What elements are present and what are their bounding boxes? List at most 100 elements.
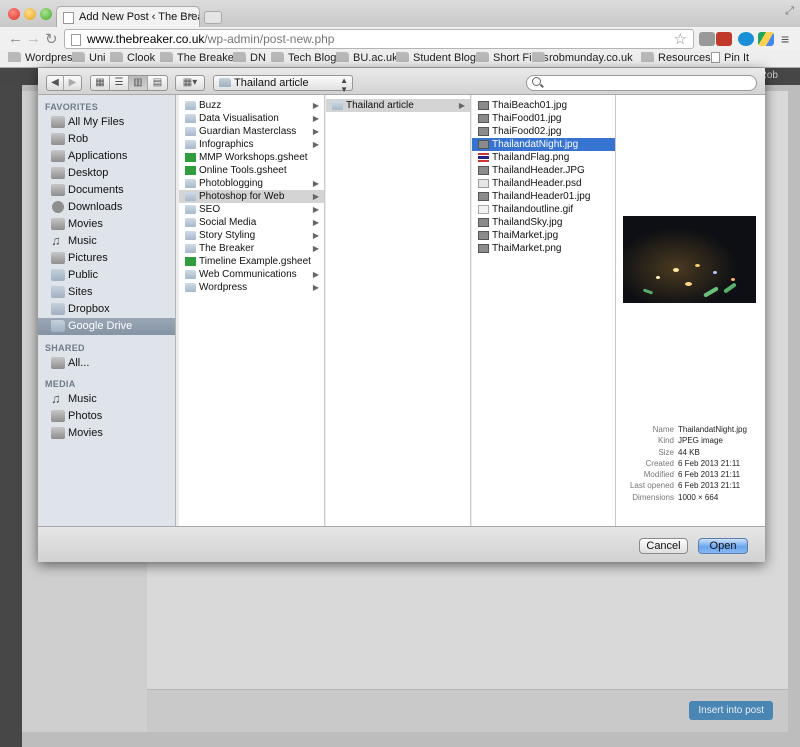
list-item[interactable]: Buzz ▶ bbox=[179, 99, 324, 112]
bookmark-item[interactable]: The Breaker bbox=[160, 52, 238, 64]
forward-arrow-icon[interactable]: → bbox=[26, 30, 41, 47]
search-field[interactable] bbox=[526, 75, 757, 91]
sidebar-item-google-drive[interactable]: Google Drive bbox=[38, 318, 175, 335]
list-item[interactable]: Thailandoutline.gif bbox=[472, 203, 615, 216]
list-item[interactable]: Infographics ▶ bbox=[179, 138, 324, 151]
insert-into-post-button[interactable]: Insert into post bbox=[689, 701, 773, 720]
image-file-icon bbox=[478, 127, 489, 136]
bookmark-item[interactable]: BU.ac.uk bbox=[336, 52, 398, 64]
list-item[interactable]: ThaiFood02.jpg bbox=[472, 125, 615, 138]
list-item-selected[interactable]: ThailandatNight.jpg bbox=[472, 138, 615, 151]
bookmark-item[interactable]: Clook bbox=[110, 52, 155, 64]
list-item[interactable]: ThailandHeader.psd bbox=[472, 177, 615, 190]
path-popup[interactable]: Thailand article ▲ ▼ bbox=[213, 75, 353, 94]
new-tab-button[interactable] bbox=[204, 11, 222, 24]
sidebar-item-pictures[interactable]: Pictures bbox=[38, 250, 175, 267]
folder-icon bbox=[185, 140, 196, 149]
sync-extension-icon[interactable] bbox=[738, 32, 754, 46]
music-note-icon: ♫ bbox=[51, 391, 61, 406]
bookmark-star-icon[interactable]: ☆ bbox=[674, 30, 687, 48]
zoom-window-button[interactable] bbox=[40, 8, 52, 20]
downloads-icon bbox=[52, 201, 64, 213]
bookmark-item[interactable]: Pin It bbox=[711, 52, 749, 64]
sidebar-item-desktop[interactable]: Desktop bbox=[38, 165, 175, 182]
list-item[interactable]: ThailandSky.jpg bbox=[472, 216, 615, 229]
list-item[interactable]: ThaiMarket.png bbox=[472, 242, 615, 255]
list-item[interactable]: Timeline Example.gsheet bbox=[179, 255, 324, 268]
bookmark-item[interactable]: Uni bbox=[72, 52, 106, 64]
list-item[interactable]: ThailandHeader01.jpg bbox=[472, 190, 615, 203]
list-item[interactable]: ThaiBeach01.jpg bbox=[472, 99, 615, 112]
google-drive-icon[interactable] bbox=[758, 32, 774, 46]
image-file-icon bbox=[478, 231, 489, 240]
list-item[interactable]: Story Styling ▶ bbox=[179, 229, 324, 242]
icon-view-icon[interactable]: ▦ bbox=[91, 76, 110, 90]
sidebar-item-dropbox[interactable]: Dropbox bbox=[38, 301, 175, 318]
view-mode-control[interactable]: ▦ ☰ ▥ ▤ bbox=[90, 75, 168, 91]
list-item-selected[interactable]: Photoshop for Web ▶ bbox=[179, 190, 324, 203]
menu-icon[interactable]: ≡ bbox=[781, 31, 789, 47]
address-bar[interactable]: www.thebreaker.co.uk/wp-admin/post-new.p… bbox=[64, 29, 694, 49]
sidebar-item-movies[interactable]: Movies bbox=[38, 216, 175, 233]
bookmark-item[interactable]: robmunday.co.uk bbox=[532, 52, 633, 64]
minimize-window-button[interactable] bbox=[24, 8, 36, 20]
arrange-button[interactable]: ▦▾ bbox=[175, 75, 205, 91]
sidebar-item-media-photos[interactable]: Photos bbox=[38, 408, 175, 425]
bookmark-item[interactable]: Student Blogs bbox=[396, 52, 482, 64]
list-item[interactable]: ThailandFlag.png bbox=[472, 151, 615, 164]
sidebar-item-sites[interactable]: Sites bbox=[38, 284, 175, 301]
back-icon[interactable]: ◀ bbox=[47, 76, 64, 90]
sidebar-item-shared-all[interactable]: All... bbox=[38, 355, 175, 372]
all-files-icon bbox=[51, 116, 65, 128]
list-item-selected[interactable]: Thailand article ▶ bbox=[326, 99, 470, 112]
list-item[interactable]: Data Visualisation ▶ bbox=[179, 112, 324, 125]
arrange-icon[interactable]: ▦▾ bbox=[176, 76, 204, 90]
list-item[interactable]: Online Tools.gsheet bbox=[179, 164, 324, 177]
reload-icon[interactable]: ↻ bbox=[45, 30, 58, 48]
sidebar-item-rob[interactable]: Rob bbox=[38, 131, 175, 148]
tab-close-icon[interactable]: × bbox=[188, 10, 194, 22]
chevron-right-icon: ▶ bbox=[312, 270, 319, 279]
folder-icon bbox=[271, 52, 284, 62]
bookmark-item[interactable]: Wordpress bbox=[8, 52, 78, 64]
list-item[interactable]: Photoblogging ▶ bbox=[179, 177, 324, 190]
cancel-button[interactable]: Cancel bbox=[639, 538, 688, 554]
chevron-right-icon: ▶ bbox=[312, 101, 319, 110]
sidebar-item-applications[interactable]: Applications bbox=[38, 148, 175, 165]
list-item[interactable]: ThaiMarket.jpg bbox=[472, 229, 615, 242]
list-item[interactable]: Wordpress ▶ bbox=[179, 281, 324, 294]
sidebar-item-documents[interactable]: Documents bbox=[38, 182, 175, 199]
list-item[interactable]: Guardian Masterclass ▶ bbox=[179, 125, 324, 138]
sidebar-item-downloads[interactable]: Downloads bbox=[38, 199, 175, 216]
sheet-footer: Cancel Open bbox=[38, 526, 765, 562]
forward-icon[interactable]: ▶ bbox=[64, 76, 81, 90]
column-view-icon[interactable]: ▥ bbox=[129, 76, 148, 90]
sidebar-item-music[interactable]: ♫ Music bbox=[38, 233, 175, 250]
sidebar-item-media-movies[interactable]: Movies bbox=[38, 425, 175, 442]
coverflow-view-icon[interactable]: ▤ bbox=[148, 76, 167, 90]
list-item[interactable]: ThaiFood01.jpg bbox=[472, 112, 615, 125]
list-item[interactable]: The Breaker ▶ bbox=[179, 242, 324, 255]
wp-admin-sidebar bbox=[0, 85, 22, 747]
sidebar-item-all-my-files[interactable]: All My Files bbox=[38, 114, 175, 131]
list-item[interactable]: MMP Workshops.gsheet bbox=[179, 151, 324, 164]
bookmark-item[interactable]: DN bbox=[233, 52, 266, 64]
list-item[interactable]: ThailandHeader.JPG bbox=[472, 164, 615, 177]
new-extension-icon[interactable] bbox=[716, 32, 732, 46]
fullscreen-icon[interactable]: ⤢ bbox=[785, 5, 794, 18]
list-item[interactable]: Web Communications ▶ bbox=[179, 268, 324, 281]
open-button[interactable]: Open bbox=[698, 538, 748, 554]
sidebar-item-public[interactable]: Public bbox=[38, 267, 175, 284]
browser-tab[interactable]: Add New Post ‹ The Breaker × bbox=[56, 6, 200, 28]
sidebar-item-media-music[interactable]: ♫ Music bbox=[38, 391, 175, 408]
back-arrow-icon[interactable]: ← bbox=[8, 30, 23, 47]
back-forward-control[interactable]: ◀ ▶ bbox=[46, 75, 82, 91]
bookmark-item[interactable]: Tech Blog bbox=[271, 52, 336, 64]
list-item[interactable]: SEO ▶ bbox=[179, 203, 324, 216]
list-item[interactable]: Social Media ▶ bbox=[179, 216, 324, 229]
list-view-icon[interactable]: ☰ bbox=[110, 76, 129, 90]
close-window-button[interactable] bbox=[8, 8, 20, 20]
extension-icon[interactable] bbox=[699, 32, 715, 46]
bookmark-item[interactable]: Resources bbox=[641, 52, 711, 64]
folder-icon bbox=[185, 283, 196, 292]
